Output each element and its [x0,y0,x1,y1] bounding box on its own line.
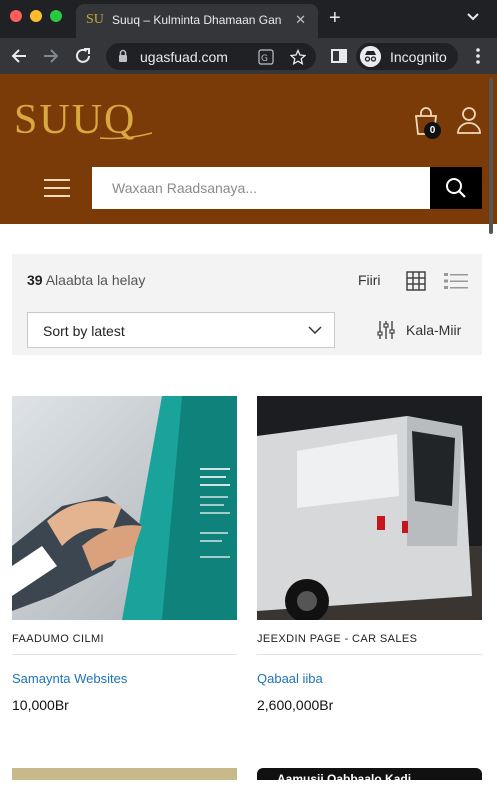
incognito-label: Incognito [390,49,447,65]
address-bar[interactable]: ugasfuad.com G [106,43,316,70]
tab-title: Suuq – Kulminta Dhamaan Gan [112,13,282,27]
grid-view-icon[interactable] [406,271,426,291]
page-scrollbar[interactable] [487,74,495,234]
browser-tab[interactable]: SU Suuq – Kulminta Dhamaan Gan ✕ [76,4,318,38]
product-card: JEEXDIN PAGE - CAR SALES Qabaal iiba 2,6… [257,396,482,716]
product-image-peek[interactable]: Aamusii Qabbaalo Kadi [257,768,482,786]
minimize-window-button[interactable] [30,10,42,22]
translate-icon[interactable]: G [258,49,274,65]
product-vendor[interactable]: JEEXDIN PAGE - CAR SALES [257,633,417,645]
divider [257,654,482,655]
svg-text:G: G [261,54,268,64]
result-count-number: 39 [27,272,43,288]
product-title-link[interactable]: Qabaal iiba [257,671,323,686]
tab-favicon-icon: SU [86,12,104,27]
incognito-badge[interactable]: Incognito [356,43,458,70]
product-title-link[interactable]: Samaynta Websites [12,671,127,686]
site-header: SUUQ 0 [0,74,497,224]
close-window-button[interactable] [10,10,22,22]
reload-icon[interactable] [73,46,93,66]
search-icon [446,178,466,198]
browser-tabbar: SU Suuq – Kulminta Dhamaan Gan ✕ + [0,0,497,38]
product-image[interactable] [12,396,237,620]
zoom-window-button[interactable] [50,10,62,22]
product-price: 2,600,000Br [257,697,334,713]
result-count-label: Alaabta la helay [45,272,146,288]
product-price: 10,000Br [12,697,69,713]
search-input[interactable] [92,167,430,209]
lock-icon[interactable] [116,49,130,63]
filters-button[interactable]: Kala-Miir [376,318,476,342]
product-image[interactable] [257,396,482,620]
hamburger-menu-icon[interactable] [44,178,70,198]
divider [12,654,237,655]
logo-swoosh-icon [100,132,152,140]
sliders-icon [377,321,395,339]
sort-select[interactable]: Sort by latest [27,312,335,348]
product-vendor[interactable]: FAADUMO CILMI [12,633,104,645]
side-panel-icon[interactable] [329,46,349,66]
sort-selected-value: Sort by latest [43,323,125,339]
user-account-icon[interactable] [456,106,482,134]
incognito-icon [360,46,381,67]
view-label: Fiiri [358,272,381,288]
forward-arrow-icon[interactable] [41,46,61,66]
kebab-menu-icon[interactable] [468,46,488,66]
tab-close-icon[interactable]: ✕ [295,12,306,28]
product-image-peek[interactable] [12,768,237,780]
back-arrow-icon[interactable] [9,46,29,66]
list-view-icon[interactable] [444,272,468,290]
url-text[interactable]: ugasfuad.com [140,49,228,65]
handshake-image [12,396,237,620]
product-card: FAADUMO CILMI Samaynta Websites 10,000Br [12,396,237,716]
scrollbar-thumb[interactable] [489,78,493,234]
browser-toolbar: ugasfuad.com G Incognito [0,38,497,74]
filters-label: Kala-Miir [406,322,462,338]
search-button[interactable] [430,167,482,209]
chevron-down-icon [308,326,322,335]
peek-product-text: Aamusii Qabbaalo Kadi [277,772,412,786]
tab-search-chevron-icon[interactable] [466,10,480,24]
cart-count-badge: 0 [424,122,441,139]
bookmark-star-icon[interactable] [290,49,306,65]
shop-toolbar: 39 Alaabta la helay Fiiri Sort by latest… [12,254,482,355]
new-tab-button[interactable]: + [329,8,341,28]
white-car-image [257,396,482,620]
result-count: 39 Alaabta la helay [27,272,145,288]
